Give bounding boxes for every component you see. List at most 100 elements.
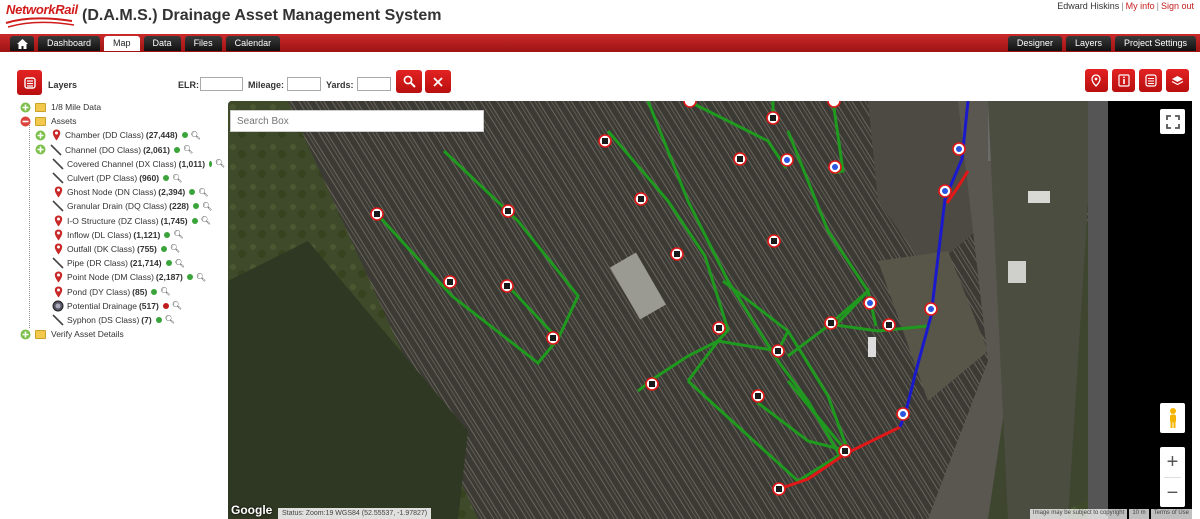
visibility-dot-icon[interactable] [155,316,162,323]
zoom-to-layer-icon[interactable]: 🔍︎ [201,216,211,225]
line-icon [52,172,64,184]
tree-item-asset[interactable]: Covered Channel (DX Class) (1,011) 🔍︎ [20,157,225,171]
asset-count: (517) [138,300,159,311]
tree-item-mile-data[interactable]: 1/8 Mile Data [20,100,225,114]
zoom-to-layer-icon[interactable]: 🔍︎ [202,202,212,211]
tree-item-asset[interactable]: Pipe (DR Class) (21,714) 🔍︎ [20,256,225,270]
tree-item-asset[interactable]: Culvert (DP Class) (960) 🔍︎ [20,171,225,185]
visibility-dot-icon[interactable] [165,260,172,267]
visibility-dot-icon[interactable] [191,217,198,224]
line-icon [52,200,64,212]
tree-item-asset[interactable]: Channel (DO Class) (2,061) 🔍︎ [20,143,225,157]
layers-toggle-button[interactable] [17,70,42,95]
tab-project-settings[interactable]: Project Settings [1114,36,1196,51]
map-search-input[interactable] [230,110,484,132]
nav-tabs-right: Designer Layers Project Settings [1007,36,1196,51]
asset-count: (7) [141,314,152,325]
line-icon [52,314,64,326]
expand-plus-icon[interactable] [35,144,46,155]
app-title: (D.A.M.S.) Drainage Asset Management Sys… [82,7,442,24]
locate-asset-button[interactable] [1085,69,1108,92]
visibility-dot-icon[interactable] [160,245,167,252]
zoom-out-button[interactable]: − [1160,478,1185,508]
visibility-dot-icon[interactable] [163,175,170,182]
tree-item-asset[interactable]: Potential Drainage (517) 🔍︎ [20,299,225,313]
info-icon [1117,74,1130,87]
pin-icon [52,229,64,241]
asset-label: Chamber (DD Class) [65,130,144,141]
line-icon [52,158,64,170]
zoom-to-layer-icon[interactable]: 🔍︎ [160,287,170,296]
visibility-dot-icon[interactable] [186,274,193,281]
info-button[interactable] [1112,69,1135,92]
zoom-to-layer-icon[interactable]: 🔍︎ [196,273,206,282]
tree-item-asset[interactable]: Outfall (DK Class) (755) 🔍︎ [20,242,225,256]
tab-dashboard[interactable]: Dashboard [38,36,101,51]
basemap-layers-button[interactable] [1166,69,1189,92]
collapse-minus-icon[interactable] [20,116,31,127]
visibility-dot-icon[interactable] [189,189,196,196]
fullscreen-button[interactable] [1160,109,1185,134]
layers-stack-icon [23,76,36,89]
tab-files[interactable]: Files [184,36,222,51]
tree-item-asset[interactable]: I-O Structure (DZ Class) (1,745) 🔍︎ [20,214,225,228]
yards-input[interactable] [357,77,391,91]
tab-designer[interactable]: Designer [1007,36,1062,51]
tree-item-asset[interactable]: Pond (DY Class) (85) 🔍︎ [20,284,225,298]
zoom-to-layer-icon[interactable]: 🔍︎ [173,230,183,239]
asset-count: (755) [137,243,157,254]
sign-out-link[interactable]: Sign out [1161,1,1194,11]
zoom-to-layer-icon[interactable]: 🔍︎ [172,301,182,310]
visibility-dot-icon[interactable] [181,132,188,139]
visibility-dot-icon[interactable] [209,160,212,167]
zoom-to-layer-icon[interactable]: 🔍︎ [191,131,201,140]
tree-item-asset[interactable]: Point Node (DM Class) (2,187) 🔍︎ [20,270,225,284]
tab-layers[interactable]: Layers [1065,36,1111,51]
tree-item-asset[interactable]: Inflow (DL Class) (1,121) 🔍︎ [20,228,225,242]
database-button[interactable] [1139,69,1162,92]
tree-item-asset[interactable]: Chamber (DD Class) (27,448) 🔍︎ [20,128,225,142]
zoom-to-layer-icon[interactable]: 🔍︎ [172,174,182,183]
tree-item-assets[interactable]: Assets [20,114,225,128]
tab-map[interactable]: Map [104,36,140,51]
zoom-to-layer-icon[interactable]: 🔍︎ [198,188,208,197]
elr-input[interactable] [200,77,243,91]
zoom-to-layer-icon[interactable]: 🔍︎ [183,145,193,154]
clear-button[interactable] [425,70,451,93]
search-button[interactable] [396,70,422,93]
tree-item-asset[interactable]: Syphon (DS Class) (7) 🔍︎ [20,313,225,327]
street-view-button[interactable] [1160,403,1185,433]
zoom-to-layer-icon[interactable]: 🔍︎ [215,159,225,168]
tab-calendar[interactable]: Calendar [225,36,281,51]
visibility-dot-icon[interactable] [151,288,158,295]
map-viewport[interactable]: + − Google Status: Zoom:19 WGS84 (52.555… [228,101,1192,519]
tree-item-asset[interactable]: Granular Drain (DQ Class) (228) 🔍︎ [20,199,225,213]
asset-count: (2,394) [158,187,186,198]
logo-swoosh-icon [5,17,75,28]
expand-plus-icon[interactable] [20,102,31,113]
tree-item-asset[interactable]: Ghost Node (DN Class) (2,394) 🔍︎ [20,185,225,199]
tree-item-verify[interactable]: Verify Asset Details [20,327,225,341]
my-info-link[interactable]: My info [1126,1,1155,11]
asset-label: Ghost Node (DN Class) [67,187,157,198]
visibility-dot-icon[interactable] [164,231,171,238]
expand-plus-icon[interactable] [20,329,31,340]
visibility-dot-icon[interactable] [174,146,180,153]
asset-label: Outfall (DK Class) [67,243,136,254]
zoom-to-layer-icon[interactable]: 🔍︎ [170,244,180,253]
zoom-to-layer-icon[interactable]: 🔍︎ [165,315,175,324]
tab-data[interactable]: Data [143,36,181,51]
asset-count: (228) [169,201,189,212]
zoom-in-button[interactable]: + [1160,447,1185,477]
expand-plus-icon[interactable] [35,130,46,141]
map-status-bar: Status: Zoom:19 WGS84 (52.55537, -1.9782… [278,508,432,519]
asset-label: I-O Structure (DZ Class) [67,215,159,226]
main-navbar: Dashboard Map Data Files Calendar Design… [0,34,1200,52]
zoom-to-layer-icon[interactable]: 🔍︎ [175,259,185,268]
mileage-input[interactable] [287,77,321,91]
visibility-dot-icon[interactable] [162,302,169,309]
tab-home[interactable] [10,36,34,51]
networkrail-logo[interactable]: NetworkRail [2,1,78,31]
visibility-dot-icon[interactable] [192,203,199,210]
terms-link[interactable]: Terms of Use [1150,509,1192,519]
